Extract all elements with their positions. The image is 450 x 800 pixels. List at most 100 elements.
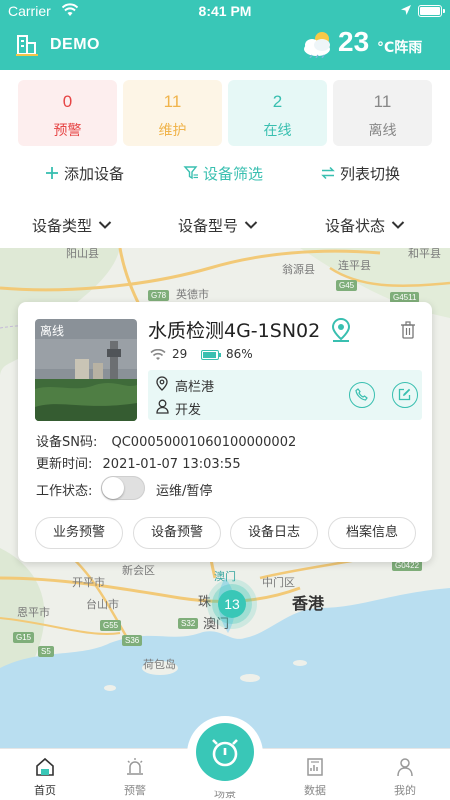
tab-data-label: 数据 bbox=[304, 784, 326, 797]
sn-row: 设备SN码: QC00050001060100000002 bbox=[36, 431, 296, 450]
tab-alarm-label: 预警 bbox=[124, 784, 146, 797]
map-label-hongkong: 香港 bbox=[292, 594, 325, 613]
device-status-label: 设备状态 bbox=[325, 216, 386, 235]
map-label-hebao-island: 荷包岛 bbox=[143, 658, 176, 671]
stat-offline-count: 11 bbox=[373, 92, 392, 111]
map-label-kaiping: 开平市 bbox=[72, 576, 105, 589]
work-status-toggle[interactable] bbox=[101, 476, 145, 500]
tab-home-label: 首页 bbox=[34, 784, 56, 797]
scene-center-button[interactable] bbox=[196, 723, 254, 781]
map-label-enping: 恩平市 bbox=[17, 606, 50, 619]
app-name: DEMO bbox=[50, 36, 100, 53]
stat-maintenance-card[interactable]: 11 维护 bbox=[123, 80, 222, 146]
road-badge: G78 bbox=[148, 290, 170, 301]
power-clock-icon bbox=[212, 739, 238, 767]
location-name: 高栏港 bbox=[175, 380, 215, 395]
filter-dropdowns: 设备类型 设备型号 设备状态 bbox=[0, 210, 450, 240]
map-label-zhongmen: 中门区 bbox=[262, 576, 295, 589]
map-label-heping: 和平县 bbox=[408, 248, 441, 260]
list-switch-button[interactable]: 列表切换 bbox=[320, 158, 400, 188]
update-time-label: 更新时间: bbox=[36, 457, 93, 472]
map-label-yingde: 英德市 bbox=[176, 288, 209, 301]
add-device-button[interactable]: 添加设备 bbox=[44, 158, 124, 188]
battery-icon bbox=[201, 350, 221, 360]
device-status-dropdown[interactable]: 设备状态 bbox=[325, 210, 405, 240]
header: Carrier 8:41 PM DEMO 23 °C阵雨 bbox=[0, 0, 450, 70]
alarm-light-icon bbox=[127, 758, 143, 775]
stat-offline-card[interactable]: 11 离线 bbox=[333, 80, 432, 146]
home-icon bbox=[36, 757, 54, 776]
device-alarm-button[interactable]: 设备预警 bbox=[133, 517, 221, 549]
person-icon bbox=[397, 758, 413, 777]
temperature-value: 23 bbox=[338, 26, 370, 57]
action-bar: 添加设备 设备筛选 列表切换 bbox=[0, 158, 450, 188]
stat-maintenance-count: 11 bbox=[163, 92, 182, 111]
cloudy-sun-weather-icon bbox=[304, 32, 330, 58]
stat-alarm-label: 预警 bbox=[53, 123, 82, 139]
device-type-dropdown[interactable]: 设备类型 bbox=[32, 210, 112, 240]
work-status-label: 工作状态: bbox=[36, 484, 93, 499]
chevron-down-icon bbox=[98, 221, 112, 229]
device-photo[interactable]: 离线 bbox=[35, 319, 137, 421]
tab-mine[interactable]: 我的 bbox=[370, 749, 440, 800]
sn-value: QC00050001060100000002 bbox=[111, 435, 297, 450]
map-label-xinhui: 新会区 bbox=[122, 564, 155, 577]
edit-button[interactable] bbox=[392, 382, 418, 408]
call-button[interactable] bbox=[349, 382, 375, 408]
sn-label: 设备SN码: bbox=[36, 435, 98, 450]
clock: 8:41 PM bbox=[198, 3, 252, 19]
tab-mine-label: 我的 bbox=[394, 784, 416, 797]
filter-devices-button[interactable]: 设备筛选 bbox=[183, 158, 263, 188]
stat-alarm-card[interactable]: 0 预警 bbox=[18, 80, 117, 146]
map-label-lianping: 连平县 bbox=[338, 259, 371, 272]
battery-status-icon bbox=[418, 5, 445, 17]
phone-icon bbox=[355, 388, 368, 401]
location-pin-icon bbox=[156, 376, 168, 391]
battery-value: 86% bbox=[226, 347, 253, 361]
update-time-value: 2021-01-07 13:03:55 bbox=[102, 457, 241, 472]
building-logo-icon bbox=[16, 35, 38, 56]
device-log-button[interactable]: 设备日志 bbox=[230, 517, 318, 549]
owner-name: 开发 bbox=[175, 403, 202, 418]
map-label-taishan: 台山市 bbox=[86, 598, 119, 611]
device-card: 离线 水质检测4G-1SN02 29 86% 高栏港 开发 设备SN码: QC0… bbox=[18, 302, 432, 562]
stat-offline-label: 离线 bbox=[368, 123, 397, 139]
map-label-wengyuan: 翁源县 bbox=[282, 263, 315, 276]
stat-alarm-count: 0 bbox=[62, 92, 73, 111]
stat-online-card[interactable]: 2 在线 bbox=[228, 80, 327, 146]
list-switch-label: 列表切换 bbox=[340, 164, 401, 183]
data-report-icon bbox=[307, 758, 323, 776]
device-stats: 0 预警 11 维护 2 在线 11 离线 bbox=[18, 80, 432, 146]
location-arrow-icon bbox=[401, 5, 411, 15]
stat-online-label: 在线 bbox=[263, 123, 292, 139]
map-pin-icon[interactable] bbox=[330, 318, 352, 342]
device-type-label: 设备类型 bbox=[32, 216, 93, 235]
device-name: 水质检测4G-1SN02 bbox=[148, 320, 321, 342]
stat-maintenance-label: 维护 bbox=[158, 123, 187, 139]
user-icon bbox=[156, 399, 169, 414]
chevron-down-icon bbox=[244, 221, 258, 229]
trash-icon[interactable] bbox=[400, 321, 416, 339]
device-model-dropdown[interactable]: 设备型号 bbox=[178, 210, 258, 240]
signal-strength-icon bbox=[150, 349, 166, 360]
add-device-label: 添加设备 bbox=[64, 164, 125, 183]
cluster-count: 13 bbox=[224, 596, 240, 612]
location-panel: 高栏港 开发 bbox=[148, 370, 422, 420]
map-label-yangshan: 阳山县 bbox=[66, 248, 99, 260]
weather-description: °C阵雨 bbox=[377, 40, 423, 56]
plus-icon bbox=[46, 167, 58, 179]
archive-info-button[interactable]: 档案信息 bbox=[328, 517, 416, 549]
tab-data[interactable]: 数据 bbox=[280, 749, 350, 800]
road-badge: G55 bbox=[100, 620, 122, 631]
tab-home[interactable]: 首页 bbox=[10, 749, 80, 800]
status-bar: Carrier 8:41 PM bbox=[0, 0, 450, 22]
road-badge: G45 bbox=[336, 280, 358, 291]
update-time-row: 更新时间: 2021-01-07 13:03:55 bbox=[36, 453, 241, 472]
road-badge: S32 bbox=[178, 618, 199, 629]
device-model-label: 设备型号 bbox=[178, 216, 239, 235]
road-badge: G15 bbox=[13, 632, 35, 643]
swap-arrows-icon bbox=[321, 166, 335, 180]
tab-alarm[interactable]: 预警 bbox=[100, 749, 170, 800]
filter-devices-label: 设备筛选 bbox=[203, 164, 264, 183]
business-alarm-button[interactable]: 业务预警 bbox=[35, 517, 123, 549]
